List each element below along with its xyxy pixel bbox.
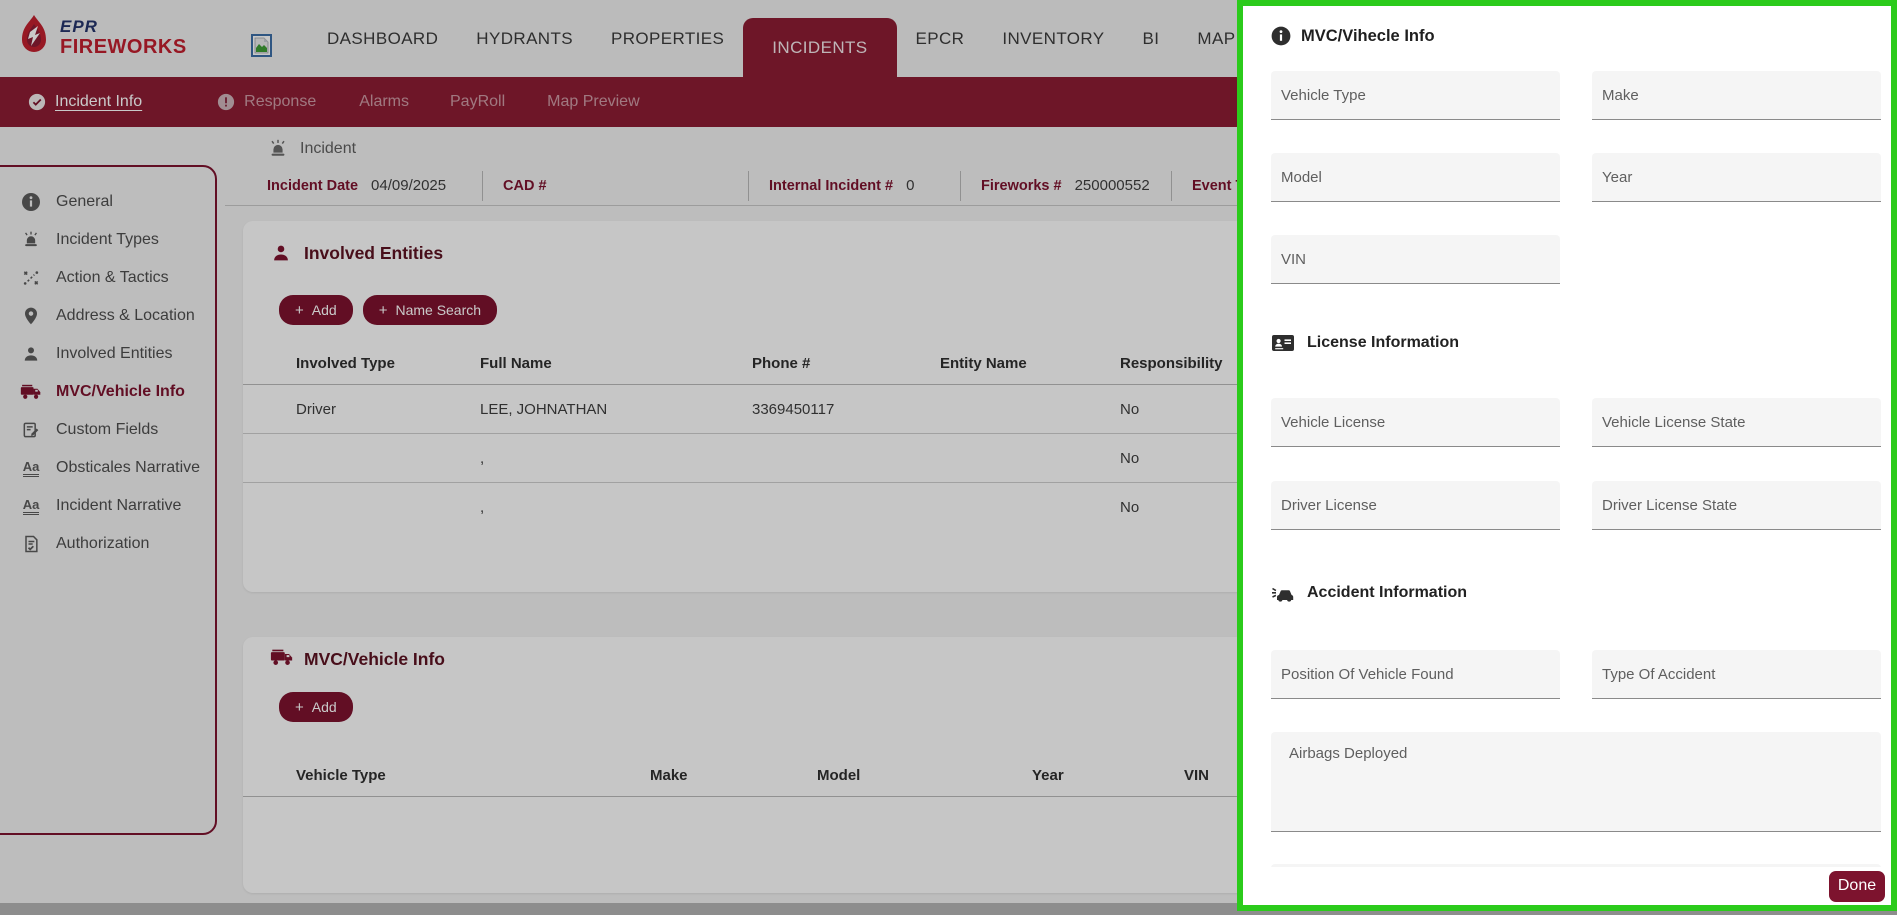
driver-license-state-input[interactable] [1592, 481, 1881, 529]
license-information-header: License Information [1271, 332, 1891, 354]
license-row-1 [1271, 398, 1881, 447]
drawer-title: MVC/Vihecle Info [1271, 26, 1891, 46]
position-of-vehicle-found-field-wrap [1271, 650, 1560, 699]
vehicle-license-field-wrap [1271, 398, 1560, 447]
year-field-wrap [1592, 153, 1881, 202]
driver-license-state-field-wrap [1592, 481, 1881, 530]
accident-row-1 [1271, 650, 1881, 699]
vin-field-wrap [1271, 235, 1560, 284]
year-input[interactable] [1592, 153, 1881, 201]
vehicle-license-state-input[interactable] [1592, 398, 1881, 446]
model-field-wrap [1271, 153, 1560, 202]
make-field-wrap [1592, 71, 1881, 120]
accident-information-header: Accident Information [1271, 582, 1891, 604]
done-button[interactable]: Done [1829, 871, 1885, 902]
vehicle-license-state-field-wrap [1592, 398, 1881, 447]
mvc-vehicle-edit-drawer: MVC/Vihecle Info License Information [1237, 0, 1897, 911]
car-crash-icon [1271, 583, 1295, 603]
vehicle-type-input[interactable] [1271, 71, 1560, 119]
type-of-accident-field-wrap [1592, 650, 1881, 699]
type-of-accident-input[interactable] [1592, 650, 1881, 698]
vehicle-license-input[interactable] [1271, 398, 1560, 446]
vehicle-type-field-wrap [1271, 71, 1560, 120]
vehicle-row-2 [1271, 153, 1881, 202]
driver-license-field-wrap [1271, 481, 1560, 530]
vehicle-row-3 [1271, 235, 1881, 284]
airbags-deployed-field-wrap [1271, 732, 1881, 832]
position-of-vehicle-found-input[interactable] [1271, 650, 1560, 698]
airbags-deployed-textarea[interactable] [1271, 732, 1881, 831]
vin-input[interactable] [1271, 235, 1560, 283]
license-row-2 [1271, 481, 1881, 530]
make-input[interactable] [1592, 71, 1881, 119]
drawer-footer: Done [1243, 867, 1891, 905]
info-circle-icon [1271, 26, 1291, 46]
model-input[interactable] [1271, 153, 1560, 201]
driver-license-input[interactable] [1271, 481, 1560, 529]
vehicle-row-1 [1271, 71, 1881, 120]
id-card-icon [1271, 333, 1295, 353]
